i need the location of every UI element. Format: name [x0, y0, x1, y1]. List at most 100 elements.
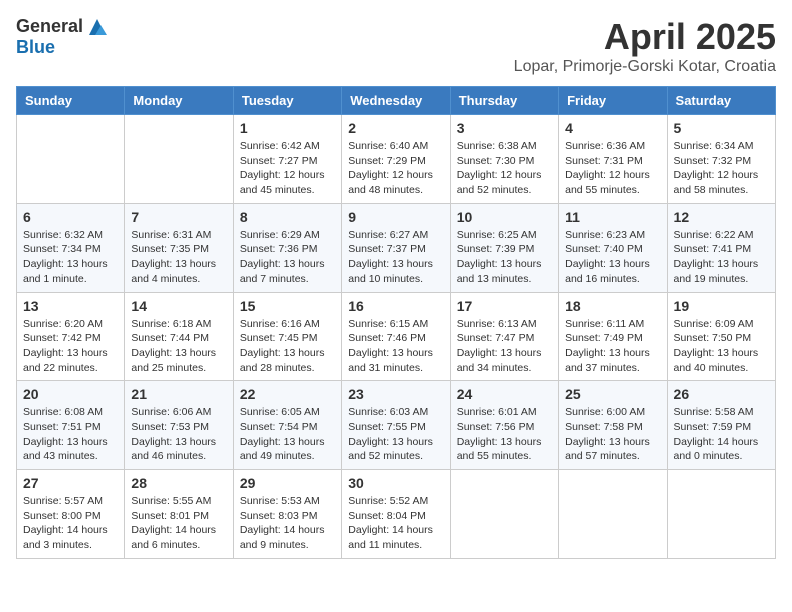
- day-info: Sunrise: 6:20 AMSunset: 7:42 PMDaylight:…: [23, 317, 118, 376]
- day-number: 23: [348, 386, 443, 402]
- logo-blue: Blue: [16, 37, 55, 58]
- day-number: 6: [23, 209, 118, 225]
- day-number: 12: [674, 209, 769, 225]
- day-number: 17: [457, 298, 552, 314]
- day-number: 16: [348, 298, 443, 314]
- day-number: 24: [457, 386, 552, 402]
- calendar-cell: 30 Sunrise: 5:52 AMSunset: 8:04 PMDayligh…: [342, 470, 450, 559]
- calendar-cell: 26 Sunrise: 5:58 AMSunset: 7:59 PMDayligh…: [667, 381, 775, 470]
- calendar-cell: 12 Sunrise: 6:22 AMSunset: 7:41 PMDayligh…: [667, 203, 775, 292]
- day-number: 4: [565, 120, 660, 136]
- logo-icon: [85, 17, 109, 37]
- day-number: 5: [674, 120, 769, 136]
- day-info: Sunrise: 6:00 AMSunset: 7:58 PMDaylight:…: [565, 405, 660, 464]
- calendar-cell: 1Sunrise: 6:42 AMSunset: 7:27 PMDaylight…: [233, 115, 341, 204]
- day-number: 22: [240, 386, 335, 402]
- header-sunday: Sunday: [17, 87, 125, 115]
- calendar-cell: 4 Sunrise: 6:36 AMSunset: 7:31 PMDaylight…: [559, 115, 667, 204]
- day-info: Sunrise: 6:01 AMSunset: 7:56 PMDaylight:…: [457, 405, 552, 464]
- day-info: Sunrise: 6:16 AMSunset: 7:45 PMDaylight:…: [240, 317, 335, 376]
- day-info: Sunrise: 6:27 AMSunset: 7:37 PMDaylight:…: [348, 228, 443, 287]
- day-info: Sunrise: 5:58 AMSunset: 7:59 PMDaylight:…: [674, 405, 769, 464]
- day-info: Sunrise: 6:34 AMSunset: 7:32 PMDaylight:…: [674, 139, 769, 198]
- calendar-cell: 15 Sunrise: 6:16 AMSunset: 7:45 PMDayligh…: [233, 292, 341, 381]
- day-number: 1: [240, 120, 335, 136]
- calendar-cell: 9 Sunrise: 6:27 AMSunset: 7:37 PMDaylight…: [342, 203, 450, 292]
- day-info: Sunrise: 6:11 AMSunset: 7:49 PMDaylight:…: [565, 317, 660, 376]
- calendar-cell: 5 Sunrise: 6:34 AMSunset: 7:32 PMDaylight…: [667, 115, 775, 204]
- day-number: 26: [674, 386, 769, 402]
- calendar-cell: 25Sunrise: 6:00 AMSunset: 7:58 PMDayligh…: [559, 381, 667, 470]
- calendar-cell: 16Sunrise: 6:15 AMSunset: 7:46 PMDayligh…: [342, 292, 450, 381]
- day-number: 15: [240, 298, 335, 314]
- day-number: 18: [565, 298, 660, 314]
- calendar-week-2: 6 Sunrise: 6:32 AMSunset: 7:34 PMDaylight…: [17, 203, 776, 292]
- day-number: 8: [240, 209, 335, 225]
- day-info: Sunrise: 6:32 AMSunset: 7:34 PMDaylight:…: [23, 228, 118, 287]
- day-info: Sunrise: 5:57 AMSunset: 8:00 PMDaylight:…: [23, 494, 118, 553]
- day-info: Sunrise: 6:18 AMSunset: 7:44 PMDaylight:…: [131, 317, 226, 376]
- day-info: Sunrise: 6:38 AMSunset: 7:30 PMDaylight:…: [457, 139, 552, 198]
- calendar-cell: [17, 115, 125, 204]
- calendar-cell: 19Sunrise: 6:09 AMSunset: 7:50 PMDayligh…: [667, 292, 775, 381]
- day-number: 13: [23, 298, 118, 314]
- calendar-cell: 20 Sunrise: 6:08 AMSunset: 7:51 PMDayligh…: [17, 381, 125, 470]
- day-info: Sunrise: 5:53 AMSunset: 8:03 PMDaylight:…: [240, 494, 335, 553]
- day-number: 7: [131, 209, 226, 225]
- day-info: Sunrise: 6:25 AMSunset: 7:39 PMDaylight:…: [457, 228, 552, 287]
- day-info: Sunrise: 6:36 AMSunset: 7:31 PMDaylight:…: [565, 139, 660, 198]
- day-info: Sunrise: 6:09 AMSunset: 7:50 PMDaylight:…: [674, 317, 769, 376]
- calendar-cell: 14Sunrise: 6:18 AMSunset: 7:44 PMDayligh…: [125, 292, 233, 381]
- calendar: SundayMondayTuesdayWednesdayThursdayFrid…: [16, 86, 776, 559]
- calendar-cell: [559, 470, 667, 559]
- day-number: 2: [348, 120, 443, 136]
- day-number: 27: [23, 475, 118, 491]
- header-wednesday: Wednesday: [342, 87, 450, 115]
- calendar-cell: 13 Sunrise: 6:20 AMSunset: 7:42 PMDayligh…: [17, 292, 125, 381]
- calendar-cell: [450, 470, 558, 559]
- day-info: Sunrise: 6:06 AMSunset: 7:53 PMDaylight:…: [131, 405, 226, 464]
- day-number: 20: [23, 386, 118, 402]
- calendar-week-4: 20 Sunrise: 6:08 AMSunset: 7:51 PMDayligh…: [17, 381, 776, 470]
- day-info: Sunrise: 6:23 AMSunset: 7:40 PMDaylight:…: [565, 228, 660, 287]
- header-thursday: Thursday: [450, 87, 558, 115]
- calendar-cell: [125, 115, 233, 204]
- day-info: Sunrise: 6:40 AMSunset: 7:29 PMDaylight:…: [348, 139, 443, 198]
- title-area: April 2025 Lopar, Primorje-Gorski Kotar,…: [514, 16, 776, 76]
- day-info: Sunrise: 6:22 AMSunset: 7:41 PMDaylight:…: [674, 228, 769, 287]
- day-number: 11: [565, 209, 660, 225]
- header: General Blue April 2025 Lopar, Primorje-…: [16, 16, 776, 76]
- calendar-cell: 10 Sunrise: 6:25 AMSunset: 7:39 PMDayligh…: [450, 203, 558, 292]
- calendar-cell: [667, 470, 775, 559]
- calendar-week-1: 1Sunrise: 6:42 AMSunset: 7:27 PMDaylight…: [17, 115, 776, 204]
- calendar-cell: 21 Sunrise: 6:06 AMSunset: 7:53 PMDayligh…: [125, 381, 233, 470]
- header-saturday: Saturday: [667, 87, 775, 115]
- header-tuesday: Tuesday: [233, 87, 341, 115]
- day-info: Sunrise: 6:05 AMSunset: 7:54 PMDaylight:…: [240, 405, 335, 464]
- day-number: 10: [457, 209, 552, 225]
- calendar-cell: 22 Sunrise: 6:05 AMSunset: 7:54 PMDayligh…: [233, 381, 341, 470]
- header-monday: Monday: [125, 87, 233, 115]
- calendar-cell: 23Sunrise: 6:03 AMSunset: 7:55 PMDayligh…: [342, 381, 450, 470]
- day-number: 30: [348, 475, 443, 491]
- calendar-cell: 2 Sunrise: 6:40 AMSunset: 7:29 PMDaylight…: [342, 115, 450, 204]
- day-number: 9: [348, 209, 443, 225]
- day-number: 28: [131, 475, 226, 491]
- day-info: Sunrise: 5:52 AMSunset: 8:04 PMDaylight:…: [348, 494, 443, 553]
- calendar-cell: 8Sunrise: 6:29 AMSunset: 7:36 PMDaylight…: [233, 203, 341, 292]
- calendar-cell: 6 Sunrise: 6:32 AMSunset: 7:34 PMDaylight…: [17, 203, 125, 292]
- calendar-cell: 29Sunrise: 5:53 AMSunset: 8:03 PMDayligh…: [233, 470, 341, 559]
- day-info: Sunrise: 6:08 AMSunset: 7:51 PMDaylight:…: [23, 405, 118, 464]
- day-number: 21: [131, 386, 226, 402]
- calendar-cell: 7 Sunrise: 6:31 AMSunset: 7:35 PMDaylight…: [125, 203, 233, 292]
- logo-general: General: [16, 16, 83, 37]
- calendar-cell: 3Sunrise: 6:38 AMSunset: 7:30 PMDaylight…: [450, 115, 558, 204]
- calendar-week-5: 27 Sunrise: 5:57 AMSunset: 8:00 PMDayligh…: [17, 470, 776, 559]
- calendar-week-3: 13 Sunrise: 6:20 AMSunset: 7:42 PMDayligh…: [17, 292, 776, 381]
- calendar-cell: 11 Sunrise: 6:23 AMSunset: 7:40 PMDayligh…: [559, 203, 667, 292]
- day-info: Sunrise: 6:13 AMSunset: 7:47 PMDaylight:…: [457, 317, 552, 376]
- calendar-header-row: SundayMondayTuesdayWednesdayThursdayFrid…: [17, 87, 776, 115]
- calendar-cell: 27 Sunrise: 5:57 AMSunset: 8:00 PMDayligh…: [17, 470, 125, 559]
- day-info: Sunrise: 6:31 AMSunset: 7:35 PMDaylight:…: [131, 228, 226, 287]
- calendar-cell: 17 Sunrise: 6:13 AMSunset: 7:47 PMDayligh…: [450, 292, 558, 381]
